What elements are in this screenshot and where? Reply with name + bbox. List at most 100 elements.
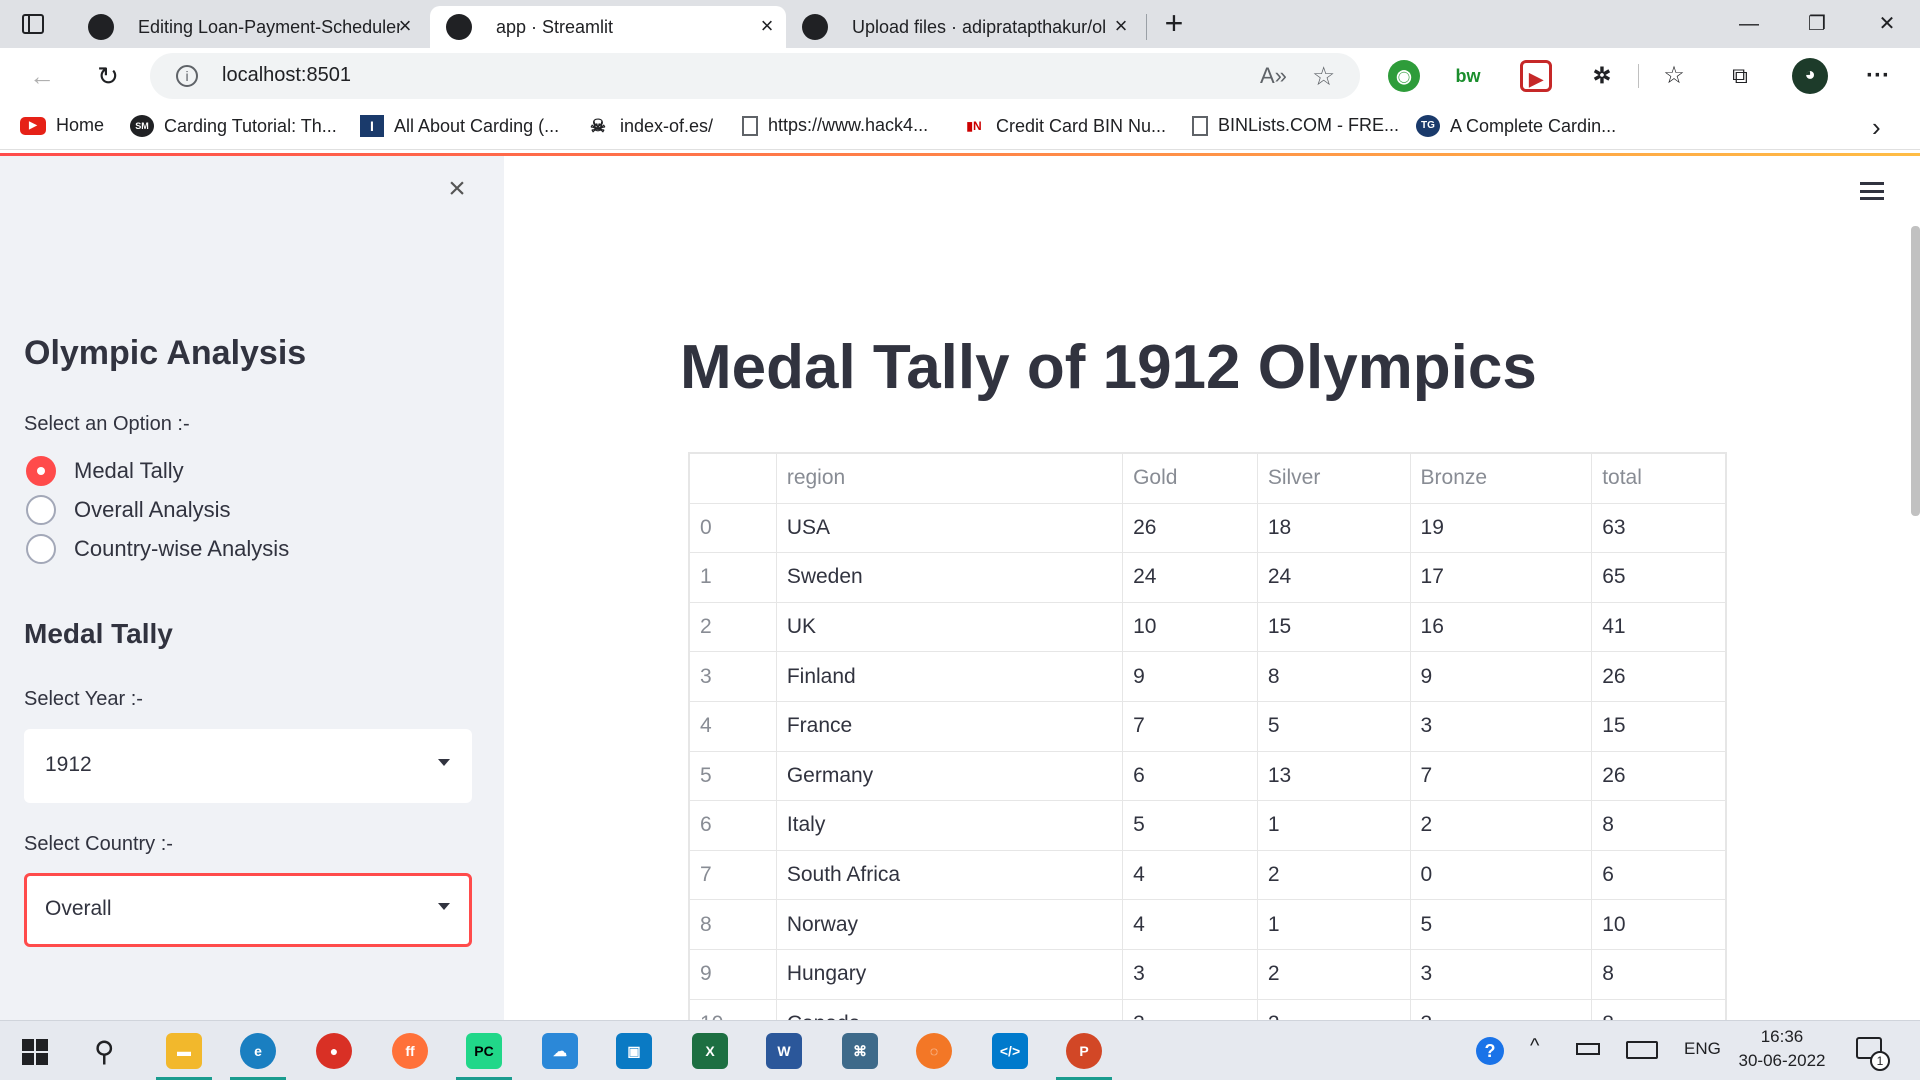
bookmark-binlists[interactable]: BINLists.COM - FRE... xyxy=(1192,115,1399,136)
address-bar[interactable]: i localhost:8501 A» ☆ xyxy=(150,53,1360,99)
cell-gold[interactable]: 9 xyxy=(1122,651,1258,702)
firefox-icon[interactable]: ff xyxy=(392,1033,428,1069)
search-icon[interactable]: ⚲ xyxy=(94,1035,115,1068)
cell-bronze[interactable]: 3 xyxy=(1409,700,1593,752)
bookmark-home[interactable]: ▶ Home xyxy=(20,115,104,136)
cell-total[interactable]: 63 xyxy=(1591,502,1726,554)
language-indicator[interactable]: ENG xyxy=(1684,1039,1721,1059)
favorites-icon[interactable]: ☆ xyxy=(1658,60,1690,92)
cell-bronze[interactable]: 2 xyxy=(1409,800,1593,851)
cell-region[interactable]: USA xyxy=(775,502,1124,554)
radio-medal-tally[interactable]: Medal Tally xyxy=(26,456,184,486)
file-explorer-icon[interactable]: ▬ xyxy=(166,1033,202,1069)
restore-button[interactable]: ❐ xyxy=(1802,10,1832,38)
cell-total[interactable]: 8 xyxy=(1591,948,1726,1000)
cell-gold[interactable]: 5 xyxy=(1122,800,1258,851)
close-tab-icon[interactable]: × xyxy=(756,15,778,37)
mysql-workbench-icon[interactable]: ⌘ xyxy=(842,1033,878,1069)
bookmark-index-of[interactable]: ☠ index-of.es/ xyxy=(586,115,713,137)
year-select[interactable]: 1912 xyxy=(24,729,472,803)
globe-extension-icon[interactable]: ◉ xyxy=(1388,60,1420,92)
cell-bronze[interactable]: 7 xyxy=(1409,750,1593,802)
battery-icon[interactable] xyxy=(1576,1043,1600,1055)
refresh-button[interactable]: ↻ xyxy=(90,58,126,94)
cell-silver[interactable]: 1 xyxy=(1256,899,1411,950)
windows-start-icon[interactable] xyxy=(22,1039,48,1065)
cell-gold[interactable]: 10 xyxy=(1122,601,1258,653)
cell-bronze[interactable]: 17 xyxy=(1409,552,1593,603)
close-tab-icon[interactable]: × xyxy=(1110,15,1132,37)
hamburger-menu-icon[interactable] xyxy=(1860,182,1884,200)
onedrive-icon[interactable]: ☁ xyxy=(542,1033,578,1069)
cell-silver[interactable]: 2 xyxy=(1256,849,1411,901)
cell-silver[interactable]: 1 xyxy=(1256,800,1411,851)
profile-avatar[interactable]: ◕ xyxy=(1792,58,1828,94)
tab-upload-files[interactable]: Upload files · adipratapthakur/ol × xyxy=(788,6,1140,48)
cell-region[interactable]: Sweden xyxy=(775,552,1124,603)
cell-total[interactable]: 10 xyxy=(1591,899,1726,950)
chrome-icon[interactable]: ● xyxy=(316,1033,352,1069)
country-select[interactable]: Overall xyxy=(24,873,472,947)
pycharm-icon[interactable]: PC xyxy=(466,1033,502,1069)
cell-gold[interactable]: 7 xyxy=(1122,700,1258,752)
tab-editing-loan-payment[interactable]: Editing Loan-Payment-Scheduler × xyxy=(72,6,424,48)
cell-bronze[interactable]: 9 xyxy=(1409,651,1593,702)
cell-gold[interactable]: 24 xyxy=(1122,552,1258,603)
cell-region[interactable]: Norway xyxy=(775,899,1124,950)
column-header-bronze[interactable]: Bronze xyxy=(1409,453,1593,504)
cell-bronze[interactable]: 3 xyxy=(1409,998,1593,1020)
bookmark-complete-carding[interactable]: TG A Complete Cardin... xyxy=(1416,115,1616,137)
cell-silver[interactable]: 5 xyxy=(1256,700,1411,752)
cell-gold[interactable]: 3 xyxy=(1122,948,1258,1000)
cell-bronze[interactable]: 0 xyxy=(1409,849,1593,901)
bookmark-credit-card-bin[interactable]: ▮N Credit Card BIN Nu... xyxy=(962,115,1166,137)
cell-region[interactable]: Germany xyxy=(775,750,1124,802)
close-window-button[interactable]: ✕ xyxy=(1872,10,1902,38)
excel-icon[interactable]: X xyxy=(692,1033,728,1069)
cell-region[interactable]: France xyxy=(775,700,1124,752)
cell-region[interactable]: Hungary xyxy=(775,948,1124,1000)
cell-gold[interactable]: 3 xyxy=(1122,998,1258,1020)
cell-region[interactable]: Canada xyxy=(775,998,1124,1020)
tab-actions-icon[interactable] xyxy=(22,14,44,34)
cell-region[interactable]: Finland xyxy=(775,651,1124,702)
cell-total[interactable]: 8 xyxy=(1591,998,1726,1020)
cell-bronze[interactable]: 3 xyxy=(1409,948,1593,1000)
site-info-icon[interactable]: i xyxy=(176,65,198,87)
cell-bronze[interactable]: 16 xyxy=(1409,601,1593,653)
chevron-up-icon[interactable]: ^ xyxy=(1530,1035,1539,1058)
cell-gold[interactable]: 4 xyxy=(1122,849,1258,901)
bw-extension-icon[interactable]: bw xyxy=(1452,60,1484,92)
tab-app-streamlit[interactable]: app · Streamlit × xyxy=(430,6,786,48)
column-header-gold[interactable]: Gold xyxy=(1122,453,1258,504)
more-menu-icon[interactable]: ··· xyxy=(1862,60,1894,92)
extensions-icon[interactable]: ✲ xyxy=(1586,60,1618,92)
cell-total[interactable]: 26 xyxy=(1591,651,1726,702)
cell-silver[interactable]: 2 xyxy=(1256,948,1411,1000)
chevron-right-icon[interactable]: › xyxy=(1872,112,1881,143)
cell-silver[interactable]: 15 xyxy=(1256,601,1411,653)
keyboard-icon[interactable] xyxy=(1626,1041,1658,1059)
close-tab-icon[interactable]: × xyxy=(394,15,416,37)
cell-region[interactable]: South Africa xyxy=(775,849,1124,901)
scrollbar-thumb[interactable] xyxy=(1911,226,1920,516)
collections-icon[interactable]: ⧉ xyxy=(1724,60,1756,92)
cell-bronze[interactable]: 19 xyxy=(1409,502,1593,554)
app-icon[interactable]: ▣ xyxy=(616,1033,652,1069)
cell-gold[interactable]: 6 xyxy=(1122,750,1258,802)
column-header-region[interactable]: region xyxy=(775,453,1124,504)
cell-total[interactable]: 65 xyxy=(1591,552,1726,603)
cell-region[interactable]: UK xyxy=(775,601,1124,653)
cell-region[interactable]: Italy xyxy=(775,800,1124,851)
new-tab-button[interactable]: + xyxy=(1160,7,1188,39)
cell-silver[interactable]: 8 xyxy=(1256,651,1411,702)
medal-table[interactable]: region Gold Silver Bronze total 0 USA 26… xyxy=(688,452,1727,1020)
minimize-button[interactable]: — xyxy=(1734,10,1764,38)
cell-total[interactable]: 15 xyxy=(1591,700,1726,752)
cell-bronze[interactable]: 5 xyxy=(1409,899,1593,950)
help-icon[interactable]: ? xyxy=(1476,1037,1504,1065)
video-extension-icon[interactable]: ▶ xyxy=(1520,60,1552,92)
bookmark-hack4[interactable]: https://www.hack4... xyxy=(742,115,928,136)
back-button[interactable]: ← xyxy=(24,58,60,94)
cell-total[interactable]: 26 xyxy=(1591,750,1726,802)
